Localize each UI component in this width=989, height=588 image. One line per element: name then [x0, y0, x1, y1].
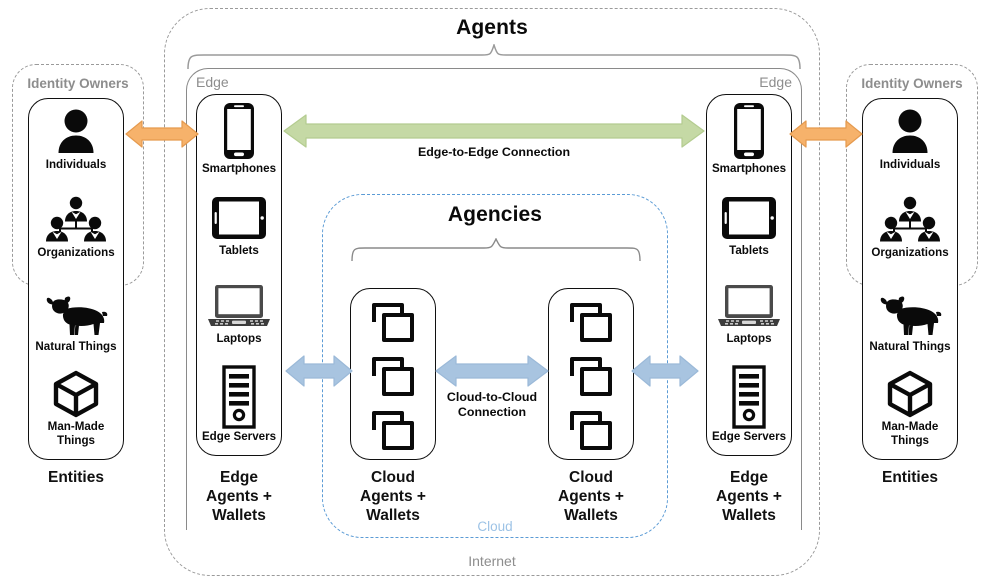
- smartphone-icon: [222, 100, 256, 162]
- cloud-to-cloud-arrow: [435, 355, 549, 387]
- edge-device-label: Laptops: [216, 332, 262, 345]
- edge-device-label: Laptops: [726, 332, 772, 345]
- organization-group-icon: [45, 194, 107, 246]
- cloud-to-cloud-label: Cloud-to-Cloud Connection: [446, 390, 538, 419]
- entity-item-manmade-things-left[interactable]: Man-Made Things: [28, 368, 124, 456]
- cloud-label: Cloud: [477, 519, 513, 534]
- edge-device-tablets-left[interactable]: Tablets: [196, 192, 282, 264]
- edge-device-label: Edge Servers: [711, 430, 787, 443]
- diagram-canvas: Internet Agents Edge Edge Identity Owner…: [0, 0, 989, 588]
- entity-item-natural-things-left[interactable]: Natural Things: [24, 290, 128, 362]
- entity-item-natural-things-right[interactable]: Natural Things: [858, 290, 962, 362]
- owner-to-edge-arrow-right: [789, 120, 863, 148]
- smartphone-icon: [732, 100, 766, 162]
- tablet-icon: [720, 192, 778, 244]
- cloud-agents-left-footer: Cloud Agents + Wallets: [360, 469, 426, 524]
- entity-label: Man-Made Things: [881, 420, 939, 447]
- edge-to-cloud-arrow-left: [285, 355, 353, 387]
- entity-label: Individuals: [45, 158, 107, 171]
- stacked-windows-icon: [548, 352, 634, 400]
- entity-label: Organizations: [37, 246, 115, 259]
- entity-label: Man-Made Things: [47, 420, 105, 447]
- agents-title: Agents: [456, 16, 528, 39]
- identity-owners-left-header: Identity Owners: [27, 76, 129, 91]
- entity-label: Natural Things: [35, 340, 117, 353]
- organization-group-icon: [879, 194, 941, 246]
- stacked-windows-icon: [548, 406, 634, 454]
- edge-device-label: Tablets: [219, 244, 259, 257]
- laptop-icon: [206, 280, 272, 332]
- cloud-to-edge-arrow-right: [631, 355, 699, 387]
- cow-icon: [43, 290, 109, 340]
- entities-right-footer: Entities: [882, 469, 938, 486]
- server-tower-icon: [217, 364, 261, 430]
- entity-label: Individuals: [879, 158, 941, 171]
- tablet-icon: [210, 192, 268, 244]
- stacked-windows-icon: [350, 406, 436, 454]
- person-icon: [889, 106, 931, 158]
- laptop-icon: [716, 280, 782, 332]
- person-icon: [55, 106, 97, 158]
- edge-to-edge-label: Edge-to-Edge Connection: [417, 145, 571, 159]
- entity-label: Organizations: [871, 246, 949, 259]
- server-tower-icon: [727, 364, 771, 430]
- entity-item-organizations-right[interactable]: Organizations: [862, 194, 958, 272]
- edge-device-laptops-left[interactable]: Laptops: [196, 280, 282, 352]
- cloud-agents-right-footer: Cloud Agents + Wallets: [558, 469, 624, 524]
- entity-label: Natural Things: [869, 340, 951, 353]
- stacked-windows-icon: [350, 298, 436, 346]
- agencies-title: Agencies: [447, 203, 543, 226]
- identity-owners-right-header: Identity Owners: [861, 76, 963, 91]
- entity-item-individuals-right[interactable]: Individuals: [862, 106, 958, 184]
- edge-device-smartphones-right[interactable]: Smartphones: [706, 100, 792, 180]
- owner-to-edge-arrow-left: [125, 120, 199, 148]
- entity-item-manmade-things-right[interactable]: Man-Made Things: [862, 368, 958, 456]
- cube-icon: [51, 368, 101, 420]
- edge-agents-right-footer: Edge Agents + Wallets: [716, 469, 782, 524]
- cow-icon: [877, 290, 943, 340]
- agents-brace: [187, 44, 801, 70]
- edge-label-right: Edge: [759, 74, 792, 90]
- internet-label: Internet: [468, 553, 516, 569]
- agencies-brace: [351, 238, 641, 262]
- edge-device-label: Smartphones: [201, 162, 277, 175]
- entity-item-organizations-left[interactable]: Organizations: [28, 194, 124, 272]
- edge-device-smartphones-left[interactable]: Smartphones: [196, 100, 282, 180]
- stacked-windows-icon: [350, 352, 436, 400]
- edge-label-left: Edge: [196, 74, 229, 90]
- edge-device-servers-right[interactable]: Edge Servers: [706, 364, 792, 448]
- entities-left-footer: Entities: [48, 469, 104, 486]
- edge-device-label: Tablets: [729, 244, 769, 257]
- cube-icon: [885, 368, 935, 420]
- edge-device-label: Smartphones: [711, 162, 787, 175]
- edge-agents-left-footer: Edge Agents + Wallets: [206, 469, 272, 524]
- edge-device-servers-left[interactable]: Edge Servers: [196, 364, 282, 448]
- entity-item-individuals-left[interactable]: Individuals: [28, 106, 124, 184]
- edge-device-tablets-right[interactable]: Tablets: [706, 192, 792, 264]
- edge-device-label: Edge Servers: [201, 430, 277, 443]
- stacked-windows-icon: [548, 298, 634, 346]
- edge-device-laptops-right[interactable]: Laptops: [706, 280, 792, 352]
